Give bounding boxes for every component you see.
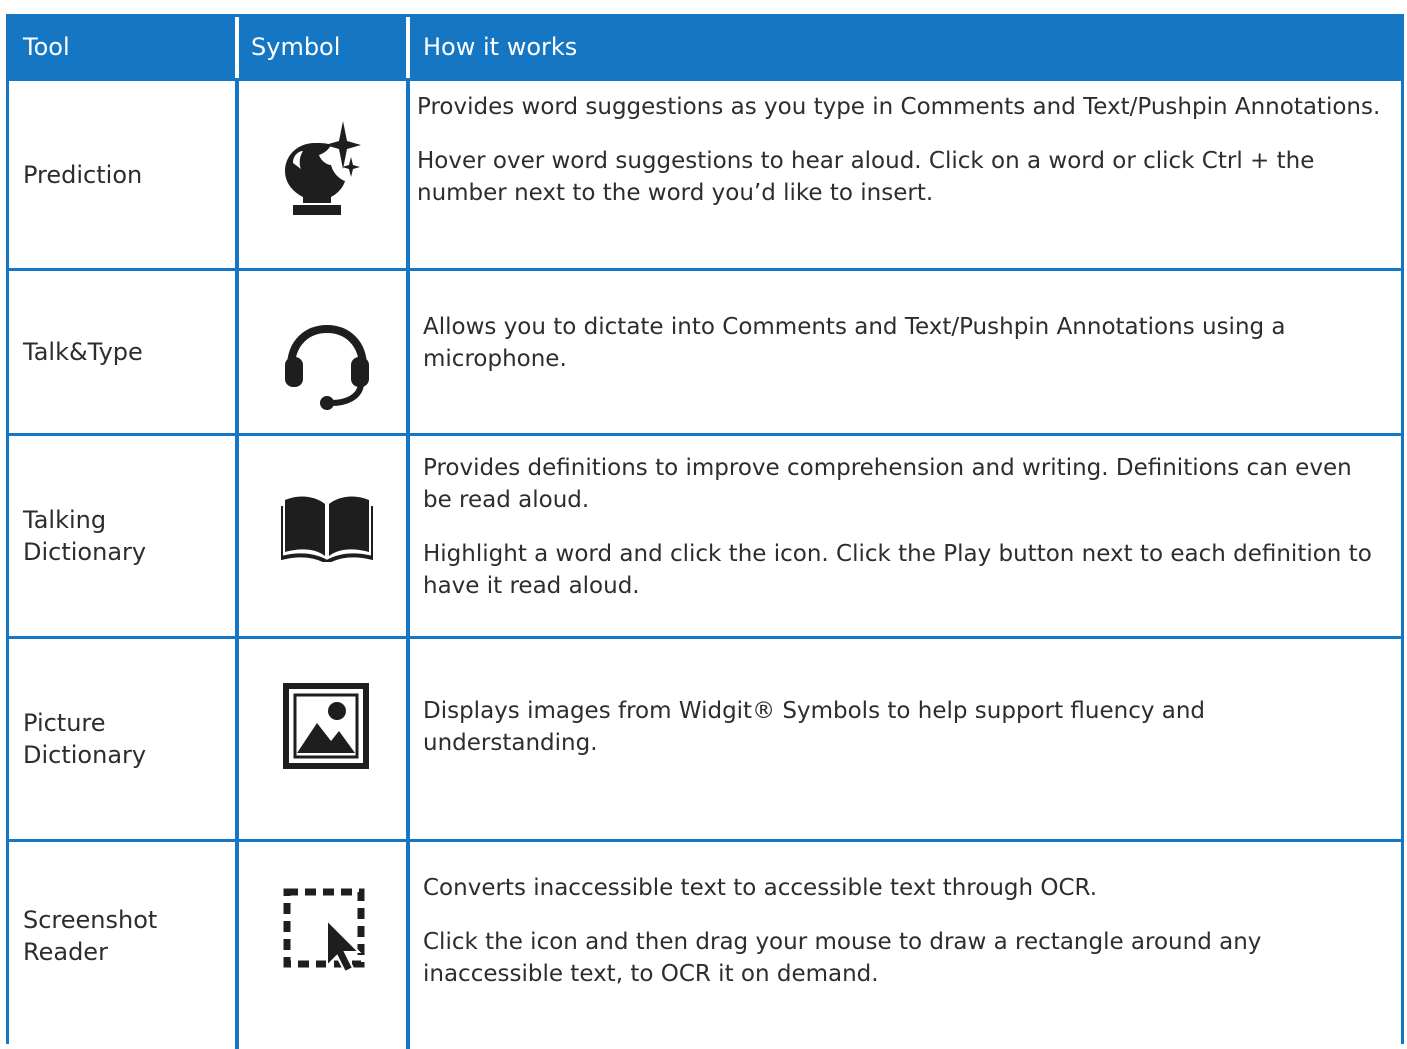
column-divider	[235, 639, 239, 839]
header-symbol: Symbol	[251, 33, 341, 61]
symbol-cell	[241, 842, 409, 1049]
symbol-cell	[241, 436, 409, 636]
description-cell: Displays images from Widgit® Symbols to …	[423, 695, 1381, 781]
symbol-cell	[241, 271, 409, 433]
description-paragraph: Hover over word suggestions to hear alou…	[417, 148, 1315, 206]
header-divider	[406, 17, 410, 78]
tool-name: Talk&Type	[23, 271, 233, 433]
column-divider	[406, 436, 410, 636]
tool-name-line: Talk&Type	[23, 338, 143, 366]
tool-name: Prediction	[23, 81, 233, 268]
headset-icon	[285, 324, 369, 410]
column-divider	[235, 436, 239, 636]
header-how-it-works: How it works	[423, 33, 578, 61]
column-divider	[235, 842, 239, 1049]
tool-name-line: Screenshot	[23, 905, 158, 934]
tool-name: Screenshot Reader	[23, 842, 233, 1029]
tool-name-line: Dictionary	[23, 741, 147, 769]
column-divider	[406, 271, 410, 433]
description-paragraph: Converts inaccessible text to accessible…	[423, 875, 1098, 901]
description-cell: Allows you to dictate into Comments and …	[423, 311, 1381, 397]
tool-name-line: Talking	[23, 506, 107, 534]
tool-name-line: Prediction	[23, 160, 143, 189]
column-divider	[406, 842, 410, 1049]
picture-icon	[283, 683, 369, 769]
table-row-screenshot-reader: Screenshot Reader Converts inaccessible …	[9, 839, 1401, 1049]
screenshot-select-icon	[283, 888, 365, 974]
description-paragraph: Click the icon and then drag your mouse …	[423, 929, 1262, 987]
description-cell: Provides definitions to improve comprehe…	[423, 452, 1381, 624]
table-row-talking-dictionary: Talking Dictionary Provides definitions …	[9, 433, 1401, 636]
column-divider	[406, 639, 410, 839]
tool-name: Talking Dictionary	[23, 436, 233, 636]
description-paragraph: Highlight a word and click the icon. Cli…	[423, 541, 1372, 599]
description-paragraph: Provides definitions to improve comprehe…	[423, 455, 1352, 513]
tool-name-line: Reader	[23, 937, 108, 966]
column-divider	[235, 81, 239, 268]
symbol-cell	[241, 81, 409, 268]
description-paragraph: Allows you to dictate into Comments and …	[423, 314, 1286, 372]
table-header: Tool Symbol How it works	[9, 17, 1401, 78]
column-divider	[406, 81, 410, 268]
table-row-talk-and-type: Talk&Type Allows you to dictate into Com…	[9, 268, 1401, 433]
description-cell: Converts inaccessible text to accessible…	[423, 872, 1381, 1012]
tool-name: Picture Dictionary	[23, 639, 233, 839]
header-tool: Tool	[23, 33, 70, 61]
symbol-cell	[241, 639, 409, 839]
description-cell: Provides word suggestions as you type in…	[417, 91, 1381, 231]
tools-table: Tool Symbol How it works Prediction Prov…	[6, 14, 1404, 1049]
description-paragraph: Displays images from Widgit® Symbols to …	[423, 698, 1206, 756]
table-row-picture-dictionary: Picture Dictionary Displays images from …	[9, 636, 1401, 839]
table-row-prediction: Prediction Provides word suggestions as …	[9, 78, 1401, 268]
open-book-icon	[281, 496, 373, 562]
column-divider	[235, 271, 239, 433]
tool-name-line: Picture	[23, 709, 106, 737]
tool-name-line: Dictionary	[23, 538, 147, 566]
prediction-crystal-ball-icon	[285, 121, 361, 215]
header-divider	[235, 17, 239, 78]
description-paragraph: Provides word suggestions as you type in…	[417, 94, 1381, 120]
